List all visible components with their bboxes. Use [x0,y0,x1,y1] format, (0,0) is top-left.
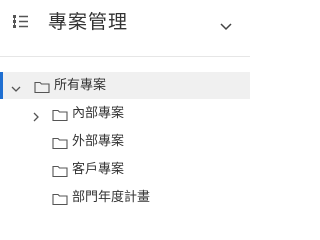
tree-node-label: 部門年度計畫 [72,190,151,205]
tree-node-label: 內部專案 [72,106,125,121]
tree-node-label: 客戶專案 [72,162,125,177]
folder-icon [52,191,68,206]
folder-icon [52,107,68,122]
chevron-down-icon[interactable] [10,80,22,92]
tree-node-department-annual-plans[interactable]: 部門年度計畫 [0,184,250,211]
folder-icon [34,79,50,94]
folder-icon [52,163,68,178]
tree-node-label: 外部專案 [72,134,125,149]
chevron-right-icon[interactable] [30,108,42,122]
tree-node-internal-projects[interactable]: 內部專案 [0,100,250,127]
tree-node-label: 所有專案 [54,78,107,93]
selected-indicator [0,72,3,99]
tree-node-external-projects[interactable]: 外部專案 [0,128,250,155]
project-management-panel: 專案管理 所有專案 內部專案 外部專案 客戶專案 部門年度計畫 [0,0,250,224]
tree-node-client-projects[interactable]: 客戶專案 [0,156,250,183]
header-divider [0,56,250,57]
panel-header: 專案管理 [0,0,250,49]
tree-node-all-projects[interactable]: 所有專案 [0,72,250,99]
folder-icon [52,135,68,150]
tree-structure-icon [11,13,31,33]
page-title: 專案管理 [48,11,129,33]
chevron-down-icon[interactable] [218,18,234,31]
